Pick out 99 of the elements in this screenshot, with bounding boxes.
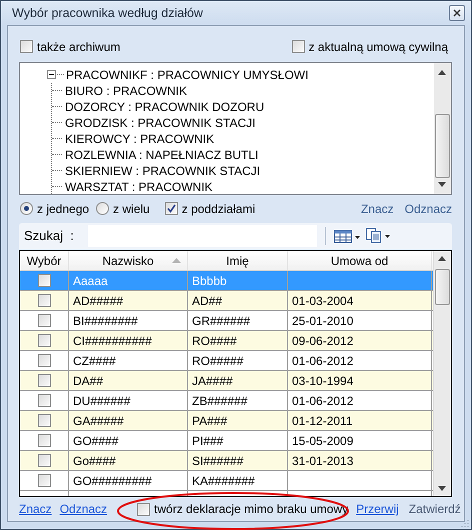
scrollbar[interactable] xyxy=(433,251,451,496)
table-cell: BI######## xyxy=(73,314,138,328)
table-row[interactable]: Go#### SI###### 31-01-2013 xyxy=(20,451,434,472)
table-cell: JA#### xyxy=(192,374,233,388)
table-cell: DU###### xyxy=(73,394,130,408)
resize-grip-icon[interactable] xyxy=(461,519,469,527)
scroll-thumb[interactable] xyxy=(435,269,450,306)
table-row[interactable]: CI########## RO#### 09-06-2012 xyxy=(20,331,434,352)
table-cell: AD## xyxy=(192,294,222,308)
row-checkbox[interactable] xyxy=(38,394,50,408)
table-cell: 03-10-1994 xyxy=(292,374,354,388)
table-cell: ZB###### xyxy=(192,394,248,408)
row-checkbox[interactable] xyxy=(38,334,50,348)
row-checkbox[interactable] xyxy=(38,354,50,368)
scroll-thumb[interactable] xyxy=(435,114,450,178)
scroll-down-icon[interactable] xyxy=(438,182,446,187)
text-link[interactable]: Znacz xyxy=(360,202,394,216)
table-cell: CZ#### xyxy=(73,354,116,368)
scroll-down-icon[interactable] xyxy=(438,486,446,492)
column-header[interactable]: Wybór xyxy=(20,251,69,270)
table-cell: SI###### xyxy=(192,454,244,468)
search-field[interactable] xyxy=(88,224,317,247)
table-cell: Go#### xyxy=(73,454,116,468)
tree-item[interactable]: GRODZISK : PRACOWNIK STACJI xyxy=(65,116,256,130)
table-cell: 15-05-2009 xyxy=(292,434,354,448)
search-label: Szukaj : xyxy=(24,228,74,244)
text-link[interactable]: Znacz xyxy=(19,502,52,516)
row-checkbox[interactable] xyxy=(38,274,50,288)
column-header[interactable]: Umowa od xyxy=(288,251,432,270)
row-checkbox[interactable] xyxy=(38,414,50,428)
text-link[interactable]: Odznacz xyxy=(60,502,108,516)
table-cell: 01-12-2011 xyxy=(292,414,352,428)
table-row[interactable]: GA##### PA### 01-12-2011 xyxy=(20,411,434,432)
row-checkbox[interactable] xyxy=(38,454,50,468)
table-row[interactable]: BI######## GR###### 25-01-2010 xyxy=(20,311,434,332)
table-cell: GO#### xyxy=(73,434,118,448)
confirm-button[interactable]: Zatwierdź xyxy=(408,502,461,516)
table-cell: PI### xyxy=(192,434,224,448)
tree-item[interactable]: WARSZTAT : PRACOWNIK xyxy=(65,180,213,194)
checkbox[interactable] xyxy=(137,502,150,516)
table-row[interactable]: AD##### AD## 01-03-2004 xyxy=(20,291,434,312)
table-cell: 01-03-2004 xyxy=(292,294,354,308)
tree-item[interactable]: ROZLEWNIA : NAPEŁNIACZ BUTLI xyxy=(65,148,258,162)
tree-item[interactable]: SKIERNIEW : PRACOWNIK STACJI xyxy=(65,164,260,178)
table-cell: RO##### xyxy=(192,354,244,368)
scrollbar[interactable] xyxy=(434,62,451,194)
tree-item[interactable]: PRACOWNIKF : PRACOWNICY UMYSŁOWI xyxy=(66,68,308,82)
scroll-up-icon[interactable] xyxy=(438,256,446,262)
option-label: z jednego xyxy=(37,202,90,216)
copy-menu-icon[interactable] xyxy=(366,228,392,244)
radio-button[interactable] xyxy=(96,202,110,216)
table-cell: Bbbbb xyxy=(192,274,227,288)
table-cell: GA##### xyxy=(73,414,124,428)
row-checkbox[interactable] xyxy=(38,374,50,388)
table-cell: GO######### xyxy=(73,474,152,488)
collapse-icon[interactable] xyxy=(47,70,56,80)
column-header[interactable]: Imię xyxy=(188,251,288,270)
table-row[interactable]: CZ#### RO##### 01-06-2012 xyxy=(20,351,434,372)
option-label: z poddziałami xyxy=(182,202,256,216)
table-cell: RO#### xyxy=(192,334,237,348)
grid-menu-icon[interactable] xyxy=(334,228,360,243)
radio-button[interactable] xyxy=(20,202,33,216)
scroll-up-icon[interactable] xyxy=(438,70,446,75)
table-cell: KA####### xyxy=(192,474,255,488)
row-checkbox[interactable] xyxy=(38,294,50,308)
checkbox[interactable] xyxy=(292,40,305,54)
table-cell: Aaaaa xyxy=(73,274,108,288)
tree-item[interactable]: KIEROWCY : PRACOWNIK xyxy=(65,132,214,146)
table-cell: CI########## xyxy=(73,334,152,348)
row-checkbox[interactable] xyxy=(38,474,50,488)
table-cell: 25-01-2010 xyxy=(292,314,354,328)
table-cell: PA### xyxy=(192,414,228,428)
text-link[interactable]: Odznacz xyxy=(404,202,452,216)
cancel-link[interactable]: Przerwij xyxy=(356,502,399,516)
window-title: Wybór pracownika według działów xyxy=(12,6,203,20)
table-row[interactable]: GO#### PI### 15-05-2009 xyxy=(20,431,434,452)
table-cell: AD##### xyxy=(73,294,124,308)
table-cell: GR###### xyxy=(192,314,250,328)
close-button[interactable] xyxy=(449,5,465,21)
checkbox[interactable] xyxy=(164,202,178,216)
table-row[interactable]: DA## JA#### 03-10-1994 xyxy=(20,371,434,392)
checkbox-label: także archiwum xyxy=(37,40,120,54)
column-header[interactable]: Nazwisko xyxy=(69,251,188,270)
table-cell: 01-06-2012 xyxy=(292,394,354,408)
table-cell: DA## xyxy=(73,374,104,388)
tree-item[interactable]: DOZORCY : PRACOWNIK DOZORU xyxy=(65,100,264,114)
table-cell: 31-01-2013 xyxy=(292,454,354,468)
checkbox[interactable] xyxy=(20,40,33,54)
row-checkbox[interactable] xyxy=(38,314,50,328)
table-row[interactable]: GO######### KA####### xyxy=(20,471,434,492)
option-label: z wielu xyxy=(113,202,150,216)
sort-arrow-icon xyxy=(172,258,181,264)
row-checkbox[interactable] xyxy=(38,434,50,448)
table-cell: 01-06-2012 xyxy=(292,354,354,368)
tree-item[interactable]: BIURO : PRACOWNIK xyxy=(65,84,188,98)
table-row[interactable]: DU###### ZB###### 01-06-2012 xyxy=(20,391,434,412)
close-icon xyxy=(453,9,461,17)
checkbox-label: z aktualną umową cywilną xyxy=(308,40,448,54)
table-cell: 09-06-2012 xyxy=(292,334,354,348)
